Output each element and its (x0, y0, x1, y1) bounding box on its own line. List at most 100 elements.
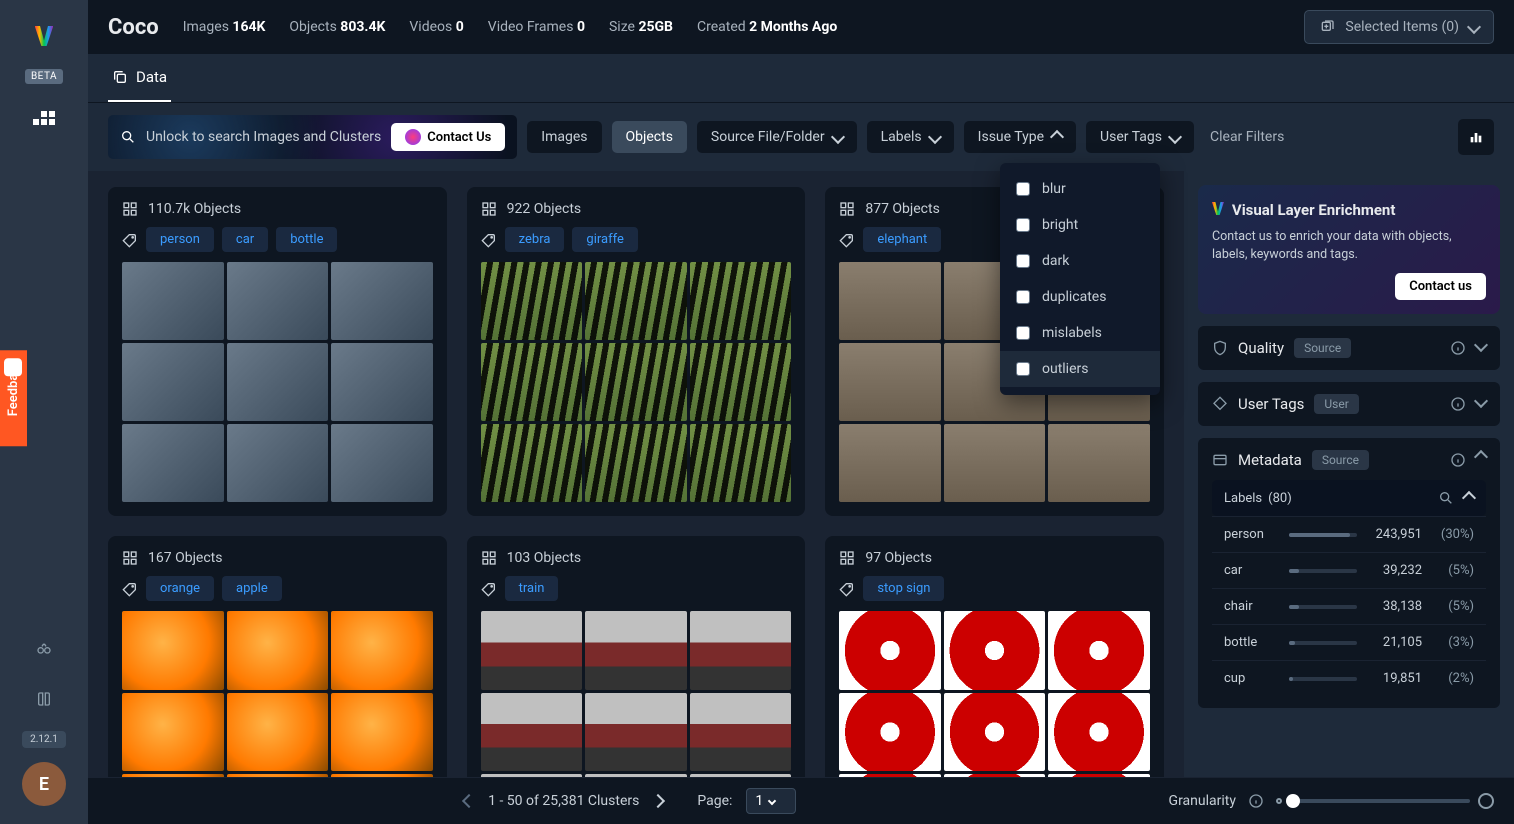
thumbnail[interactable] (122, 343, 224, 421)
filter-user-tags[interactable]: User Tags (1086, 121, 1194, 153)
cluster-card[interactable]: 167 Objects orangeapple (108, 536, 447, 777)
cluster-count: 922 Objects (481, 201, 792, 217)
dd-bright[interactable]: bright (1000, 207, 1160, 243)
label-chip[interactable]: car (222, 227, 268, 252)
contact-us-button[interactable]: Contact Us (391, 123, 505, 151)
label-chip[interactable]: bottle (276, 227, 337, 252)
thumbnail[interactable] (481, 343, 583, 421)
label-chip[interactable]: elephant (863, 227, 941, 252)
thumbnail[interactable] (331, 693, 433, 771)
cluster-card[interactable]: 110.7k Objects personcarbottle (108, 187, 447, 516)
thumbnail[interactable] (690, 424, 792, 502)
thumbnail[interactable] (122, 611, 224, 689)
labels-subheader[interactable]: Labels(80) (1212, 480, 1486, 516)
cluster-card[interactable]: 97 Objects stop sign (825, 536, 1164, 777)
filter-images[interactable]: Images (527, 121, 601, 153)
thumbnail[interactable] (122, 424, 224, 502)
thumbnail[interactable] (585, 611, 687, 689)
thumbnail[interactable] (690, 693, 792, 771)
thumbnail[interactable] (481, 424, 583, 502)
thumbnail[interactable] (585, 424, 687, 502)
thumbnail[interactable] (839, 693, 941, 771)
dd-dark[interactable]: dark (1000, 243, 1160, 279)
chevron-down-icon[interactable] (1474, 338, 1488, 352)
cluster-card[interactable]: 922 Objects zebra giraffe (467, 187, 806, 516)
info-icon[interactable] (1450, 340, 1466, 356)
chevron-up-icon[interactable] (1474, 450, 1488, 464)
granularity-slider[interactable] (1276, 793, 1494, 809)
thumbnail[interactable] (227, 693, 329, 771)
filter-source[interactable]: Source File/Folder (697, 121, 857, 153)
thumbnail[interactable] (944, 693, 1046, 771)
clear-filters-link[interactable]: Clear Filters (1210, 129, 1284, 145)
thumbnail[interactable] (585, 693, 687, 771)
user-avatar[interactable]: E (22, 762, 66, 806)
info-icon[interactable] (1450, 452, 1466, 468)
thumbnail[interactable] (944, 611, 1046, 689)
thumbnail[interactable] (585, 262, 687, 340)
chevron-down-icon[interactable] (1474, 394, 1488, 408)
label-chip[interactable]: zebra (505, 227, 565, 252)
thumbnail[interactable] (690, 611, 792, 689)
nav-docs-icon[interactable] (26, 681, 62, 717)
nav-dashboard-icon[interactable] (26, 100, 62, 136)
selected-items-dropdown[interactable]: Selected Items (0) (1304, 10, 1494, 44)
thumbnail[interactable] (331, 424, 433, 502)
search-icon[interactable] (1438, 490, 1454, 506)
label-row[interactable]: chair38,138(5%) (1212, 588, 1486, 624)
thumbnail[interactable] (331, 343, 433, 421)
thumbnail[interactable] (690, 262, 792, 340)
thumbnail[interactable] (227, 262, 329, 340)
thumbnail[interactable] (944, 424, 1046, 502)
info-icon[interactable] (1450, 396, 1466, 412)
label-chip[interactable]: apple (222, 576, 282, 601)
thumbnail[interactable] (227, 611, 329, 689)
prev-page-icon[interactable] (462, 794, 476, 808)
thumbnail[interactable] (839, 343, 941, 421)
thumbnail[interactable] (481, 693, 583, 771)
thumbnail[interactable] (839, 262, 941, 340)
search-area[interactable]: Unlock to search Images and Clusters Con… (108, 115, 517, 159)
thumbnail[interactable] (839, 611, 941, 689)
label-chip[interactable]: orange (146, 576, 214, 601)
thumbnail[interactable] (331, 611, 433, 689)
next-page-icon[interactable] (651, 794, 665, 808)
thumbnail[interactable] (227, 424, 329, 502)
label-chip[interactable]: person (146, 227, 214, 252)
thumbnail[interactable] (331, 262, 433, 340)
thumbnail[interactable] (839, 424, 941, 502)
thumbnail[interactable] (1048, 424, 1150, 502)
thumbnail[interactable] (690, 343, 792, 421)
nav-binoculars-icon[interactable] (26, 631, 62, 667)
label-row[interactable]: bottle21,105(3%) (1212, 624, 1486, 660)
page-select[interactable]: 1 (746, 788, 796, 814)
dd-outliers[interactable]: outliers (1000, 351, 1160, 387)
enrich-contact-button[interactable]: Contact us (1395, 273, 1486, 300)
label-row[interactable]: cup19,851(2%) (1212, 660, 1486, 696)
thumbnail[interactable] (227, 343, 329, 421)
label-row[interactable]: car39,232(5%) (1212, 552, 1486, 588)
dd-duplicates[interactable]: duplicates (1000, 279, 1160, 315)
info-icon[interactable] (1248, 793, 1264, 809)
dd-blur[interactable]: blur (1000, 171, 1160, 207)
thumbnail[interactable] (481, 611, 583, 689)
thumbnail[interactable] (1048, 611, 1150, 689)
dd-mislabels[interactable]: mislabels (1000, 315, 1160, 351)
filter-issue-type[interactable]: Issue Type (964, 121, 1076, 153)
label-row[interactable]: person243,951(30%) (1212, 516, 1486, 552)
filter-objects[interactable]: Objects (612, 121, 687, 153)
thumbnail[interactable] (122, 693, 224, 771)
thumbnail[interactable] (585, 343, 687, 421)
thumbnail[interactable] (481, 262, 583, 340)
filter-labels[interactable]: Labels (867, 121, 954, 153)
chevron-up-icon[interactable] (1462, 491, 1476, 505)
thumbnail[interactable] (122, 262, 224, 340)
thumbnail[interactable] (1048, 693, 1150, 771)
label-chip[interactable]: stop sign (863, 576, 944, 601)
label-chip[interactable]: train (505, 576, 559, 601)
cluster-card[interactable]: 103 Objects train (467, 536, 806, 777)
chart-button[interactable] (1458, 119, 1494, 155)
label-chip[interactable]: giraffe (572, 227, 637, 252)
feedback-tab[interactable]: Feedback (0, 350, 27, 446)
tab-data[interactable]: Data (108, 54, 171, 102)
